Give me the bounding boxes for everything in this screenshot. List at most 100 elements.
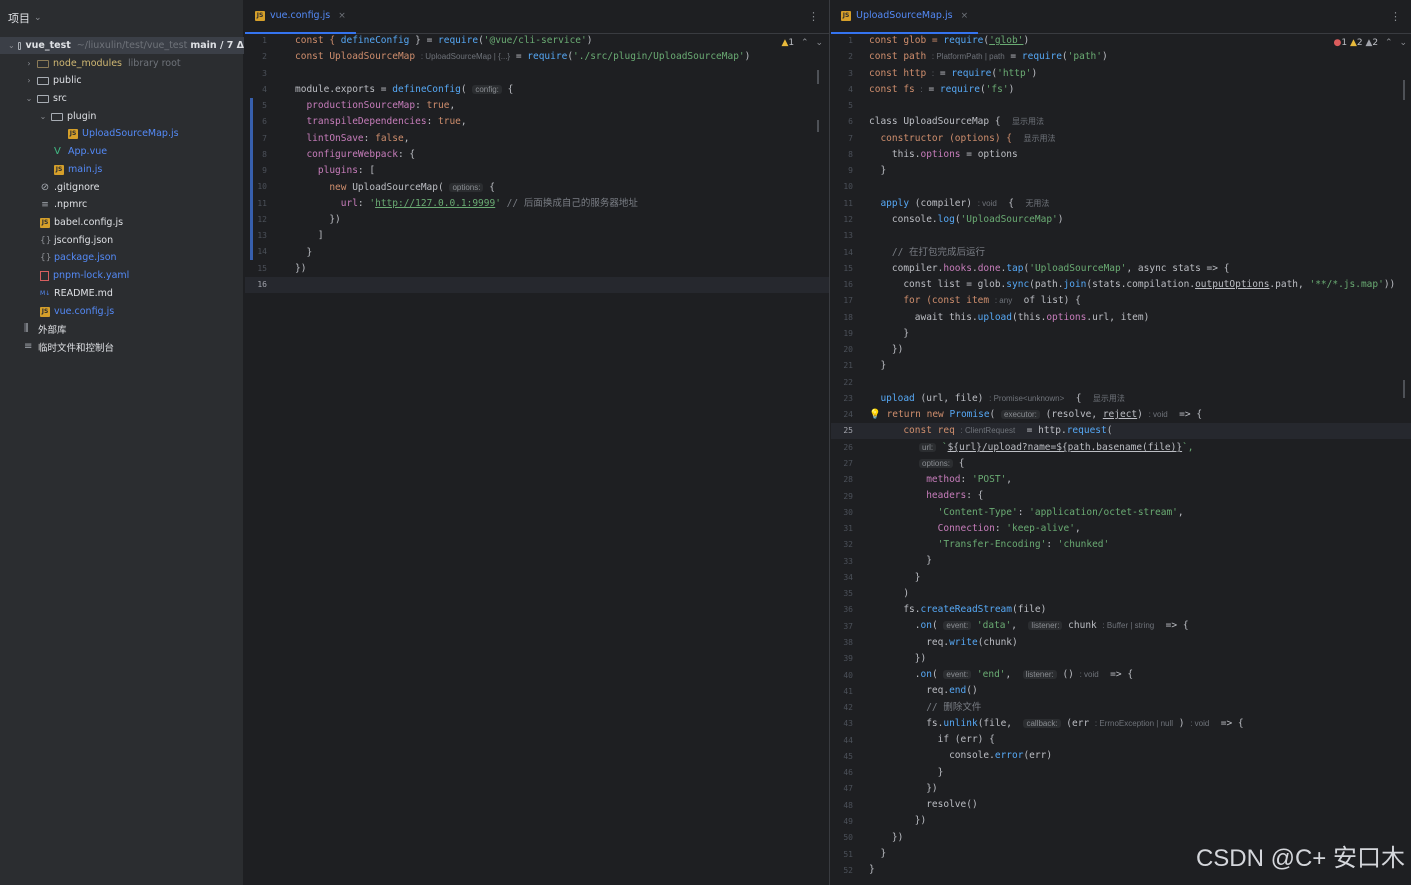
code-line[interactable]: Connection: 'keep-alive', (869, 521, 1081, 537)
line-number[interactable]: 18 (833, 313, 853, 322)
code-line[interactable]: }) (869, 830, 903, 846)
line-number[interactable]: 52 (833, 866, 853, 875)
code-line[interactable]: ] (295, 228, 324, 244)
code-line[interactable]: } (869, 163, 886, 179)
tree-item-readme[interactable]: M↓ README.md (0, 285, 244, 302)
line-number[interactable]: 2 (247, 52, 267, 61)
code-line[interactable]: configureWebpack: { (295, 147, 415, 163)
code-line[interactable]: method: 'POST', (869, 472, 1012, 488)
code-line[interactable]: }) (869, 651, 926, 667)
line-number[interactable]: 2 (833, 52, 853, 61)
chevron-down-icon[interactable]: ⌄ (34, 13, 42, 23)
code-line[interactable]: 'Transfer-Encoding': 'chunked' (869, 537, 1110, 553)
line-number[interactable]: 9 (247, 166, 267, 175)
tree-item-main-js[interactable]: JS main.js (0, 161, 244, 178)
code-line[interactable]: fs.createReadStream(file) (869, 602, 1046, 618)
code-line[interactable]: 'Content-Type': 'application/octet-strea… (869, 505, 1184, 521)
line-number[interactable]: 8 (833, 150, 853, 159)
line-number[interactable]: 35 (833, 589, 853, 598)
code-line[interactable]: .on( event: 'data', listener: chunk : Bu… (869, 618, 1189, 634)
line-number[interactable]: 43 (833, 719, 853, 728)
code-line[interactable]: const fs : = require('fs') (869, 82, 1014, 98)
line-number[interactable]: 28 (833, 475, 853, 484)
code-line[interactable]: apply (compiler) : void { 无用法 (869, 196, 1049, 212)
line-number[interactable]: 13 (833, 231, 853, 240)
chevron-up-icon[interactable]: ⌃ (801, 38, 809, 48)
code-line[interactable]: resolve() (869, 797, 977, 813)
line-number[interactable]: 37 (833, 622, 853, 631)
line-number[interactable]: 34 (833, 573, 853, 582)
code-line[interactable]: compiler.hooks.done.tap('UploadSourceMap… (869, 261, 1230, 277)
tab-vue-config[interactable]: JS vue.config.js × (245, 0, 356, 34)
code-line[interactable]: } (869, 862, 875, 878)
chevron-down-icon[interactable]: ⌄ (38, 112, 48, 121)
line-number[interactable]: 6 (833, 117, 853, 126)
line-number[interactable]: 40 (833, 671, 853, 680)
tree-item-babel-config[interactable]: JS babel.config.js (0, 214, 244, 231)
line-number[interactable]: 33 (833, 557, 853, 566)
code-line[interactable]: // 在打包完成后运行 (869, 245, 985, 261)
code-line[interactable]: const req : ClientRequest = http.request… (869, 423, 1112, 439)
code-line[interactable]: .on( event: 'end', listener: () : void =… (869, 667, 1133, 683)
line-number[interactable]: 27 (833, 459, 853, 468)
code-line[interactable]: }) (295, 212, 340, 228)
line-number[interactable]: 25 (833, 426, 853, 435)
code-line[interactable]: upload (url, file) : Promise<unknown> { … (869, 391, 1124, 407)
tree-item-jsconfig[interactable]: {} jsconfig.json (0, 232, 244, 249)
code-line[interactable]: }) (869, 781, 937, 797)
tree-item-package-json[interactable]: {} package.json (0, 249, 244, 266)
code-line[interactable]: // 删除文件 (869, 700, 981, 716)
line-number[interactable]: 45 (833, 752, 853, 761)
line-number[interactable]: 16 (247, 280, 267, 289)
chevron-down-icon[interactable]: ⌄ (8, 41, 15, 50)
line-number[interactable]: 21 (833, 361, 853, 370)
chevron-down-icon[interactable]: ⌄ (1399, 38, 1407, 48)
code-line[interactable]: new UploadSourceMap( options: { (295, 180, 495, 196)
tree-item-plugin[interactable]: ⌄ plugin (0, 108, 244, 125)
more-options-icon[interactable]: ⋮ (808, 10, 819, 23)
tree-item-src[interactable]: ⌄ src (0, 90, 244, 107)
tree-item-pnpm-lock[interactable]: pnpm-lock.yaml (0, 267, 244, 284)
code-line[interactable]: } (869, 570, 921, 586)
code-line[interactable]: options: { (919, 456, 964, 472)
code-line[interactable]: plugins: [ (295, 163, 375, 179)
line-number[interactable]: 32 (833, 540, 853, 549)
inspection-widget[interactable]: ▲1 ⌃ ⌄ (782, 38, 824, 48)
line-number[interactable]: 4 (833, 85, 853, 94)
code-line[interactable]: } (869, 326, 909, 342)
code-line[interactable]: req.write(chunk) (869, 635, 1018, 651)
code-line[interactable]: const path : PlatformPath | path = requi… (869, 49, 1108, 65)
line-number[interactable]: 7 (247, 134, 267, 143)
line-number[interactable]: 11 (833, 199, 853, 208)
line-number[interactable]: 16 (833, 280, 853, 289)
line-number[interactable]: 8 (247, 150, 267, 159)
chevron-down-icon[interactable]: ⌄ (24, 94, 34, 103)
project-header[interactable]: 项目 ⌄ (0, 0, 243, 36)
line-number[interactable]: 42 (833, 703, 853, 712)
line-number[interactable]: 31 (833, 524, 853, 533)
line-number[interactable]: 46 (833, 768, 853, 777)
line-number[interactable]: 1 (833, 36, 853, 45)
code-line[interactable]: transpileDependencies: true, (295, 114, 466, 130)
line-number[interactable]: 14 (833, 248, 853, 257)
code-line[interactable]: }) (869, 342, 903, 358)
code-line[interactable]: console.log('UploadSourceMap') (869, 212, 1064, 228)
line-number[interactable]: 14 (247, 247, 267, 256)
line-number[interactable]: 30 (833, 508, 853, 517)
tree-item-scratches[interactable]: ≡ 临时文件和控制台 (0, 338, 244, 355)
line-number[interactable]: 24 (833, 410, 853, 419)
line-number[interactable]: 9 (833, 166, 853, 175)
code-line[interactable]: }) (295, 261, 306, 277)
code-line[interactable]: this.options = options (869, 147, 1018, 163)
editor-right[interactable]: JS UploadSourceMap.js × ⋮ ●1 ▲2 ▲2 ⌃ ⌄ 1… (831, 0, 1411, 885)
code-line[interactable]: const { defineConfig } = require('@vue/c… (295, 33, 592, 49)
code-line[interactable]: req.end() (869, 683, 978, 699)
line-number[interactable]: 11 (247, 199, 267, 208)
line-number[interactable]: 15 (833, 264, 853, 273)
tree-item-vue-config[interactable]: JS vue.config.js (0, 303, 244, 320)
line-number[interactable]: 3 (247, 69, 267, 78)
line-number[interactable]: 44 (833, 736, 853, 745)
inspection-widget[interactable]: ●1 ▲2 ▲2 ⌃ ⌄ (1334, 38, 1408, 48)
chevron-up-icon[interactable]: ⌃ (1385, 38, 1393, 48)
line-number[interactable]: 1 (247, 36, 267, 45)
